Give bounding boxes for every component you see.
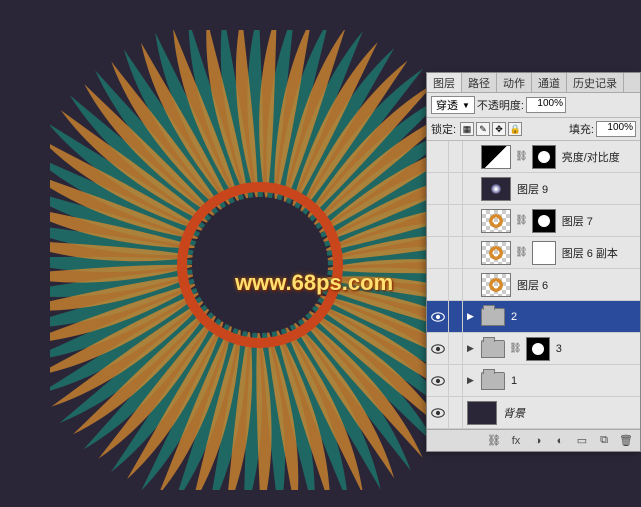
new-group-icon[interactable]: ▭ [574,433,590,449]
folder-icon [481,340,505,358]
eye-icon [431,344,445,354]
new-layer-icon[interactable]: ⧉ [596,433,612,449]
visibility-toggle[interactable] [427,205,449,236]
folder-icon [481,372,505,390]
mask-thumb[interactable] [526,337,550,361]
fx-icon[interactable]: fx [508,433,524,449]
tab-actions[interactable]: 动作 [497,73,532,92]
group-3[interactable]: ▶ ⛓ 3 [427,333,640,365]
visibility-toggle[interactable] [427,173,449,204]
eye-icon [431,312,445,322]
layer-6-copy[interactable]: ⛓ 图层 6 副本 [427,237,640,269]
blend-mode-value: 穿透 [436,97,458,113]
chevron-down-icon: ▼ [462,101,470,110]
folder-icon [481,308,505,326]
visibility-toggle[interactable] [427,141,449,172]
layer-label: 2 [511,311,517,323]
opacity-input[interactable]: 100% [526,97,566,113]
tab-channels[interactable]: 通道 [532,73,567,92]
eye-icon [431,376,445,386]
trash-icon[interactable]: 🗑 [618,433,634,449]
visibility-toggle[interactable] [427,301,449,332]
lock-transparency-icon[interactable]: ▦ [460,122,474,136]
disclosure-triangle-icon[interactable]: ▶ [467,343,477,354]
lock-move-icon[interactable]: ✥ [492,122,506,136]
disclosure-triangle-icon[interactable]: ▶ [467,375,477,386]
layer-label: 背景 [503,405,525,421]
tab-layers[interactable]: 图层 [427,73,462,92]
layer-thumb [467,401,497,425]
eye-icon [431,408,445,418]
layer-label: 3 [556,343,562,355]
blend-row: 穿透 ▼ 不透明度: 100% [427,93,640,118]
layer-background[interactable]: 背景 [427,397,640,429]
link-icon: ⛓ [509,343,522,354]
layer-thumb [481,177,511,201]
add-mask-icon[interactable]: ◑ [530,433,546,449]
lock-row: 锁定: ▦ ✎ ✥ 🔒 填充: 100% [427,118,640,141]
layer-label: 图层 6 [517,277,548,293]
spiral-artwork [50,30,470,490]
layer-label: 图层 6 副本 [562,245,618,261]
link-icon: ⛓ [515,215,528,226]
layer-label: 图层 9 [517,181,548,197]
layer-label: 图层 7 [562,213,593,229]
visibility-toggle[interactable] [427,269,449,300]
tab-history[interactable]: 历史记录 [567,73,624,92]
lock-all-icon[interactable]: 🔒 [508,122,522,136]
layers-panel: 图层 路径 动作 通道 历史记录 穿透 ▼ 不透明度: 100% 锁定: ▦ ✎… [426,72,641,452]
panel-footer: ⛓ fx ◑ ◐ ▭ ⧉ 🗑 [427,429,640,451]
fill-input[interactable]: 100% [596,121,636,137]
visibility-toggle[interactable] [427,237,449,268]
layer-thumb [481,273,511,297]
layer-9[interactable]: 图层 9 [427,173,640,205]
group-2[interactable]: ▶ 2 [427,301,640,333]
panel-tabs: 图层 路径 动作 通道 历史记录 [427,73,640,93]
layer-6[interactable]: 图层 6 [427,269,640,301]
layer-label: 1 [511,375,517,387]
adjustment-thumb-icon [481,145,511,169]
layer-thumb [481,209,511,233]
link-layers-icon[interactable]: ⛓ [486,433,502,449]
link-icon: ⛓ [515,247,528,258]
lock-brush-icon[interactable]: ✎ [476,122,490,136]
mask-thumb[interactable] [532,145,556,169]
group-1[interactable]: ▶ 1 [427,365,640,397]
link-icon: ⛓ [515,151,528,162]
layer-7[interactable]: ⛓ 图层 7 [427,205,640,237]
layer-label: 亮度/对比度 [562,149,620,165]
visibility-toggle[interactable] [427,333,449,364]
opacity-label: 不透明度: [477,97,524,113]
lock-label: 锁定: [431,121,456,137]
fill-label: 填充: [569,121,594,137]
visibility-toggle[interactable] [427,397,449,428]
disclosure-triangle-icon[interactable]: ▶ [467,311,477,322]
layers-list: ⛓ 亮度/对比度 图层 9 ⛓ 图层 7 [427,141,640,429]
visibility-toggle[interactable] [427,365,449,396]
layer-brightness-contrast[interactable]: ⛓ 亮度/对比度 [427,141,640,173]
adjustment-layer-icon[interactable]: ◐ [552,433,568,449]
mask-thumb[interactable] [532,209,556,233]
blend-mode-dropdown[interactable]: 穿透 ▼ [431,96,475,114]
watermark-text: www.68ps.com [235,270,393,296]
tab-paths[interactable]: 路径 [462,73,497,92]
layer-thumb [481,241,511,265]
mask-thumb[interactable] [532,241,556,265]
